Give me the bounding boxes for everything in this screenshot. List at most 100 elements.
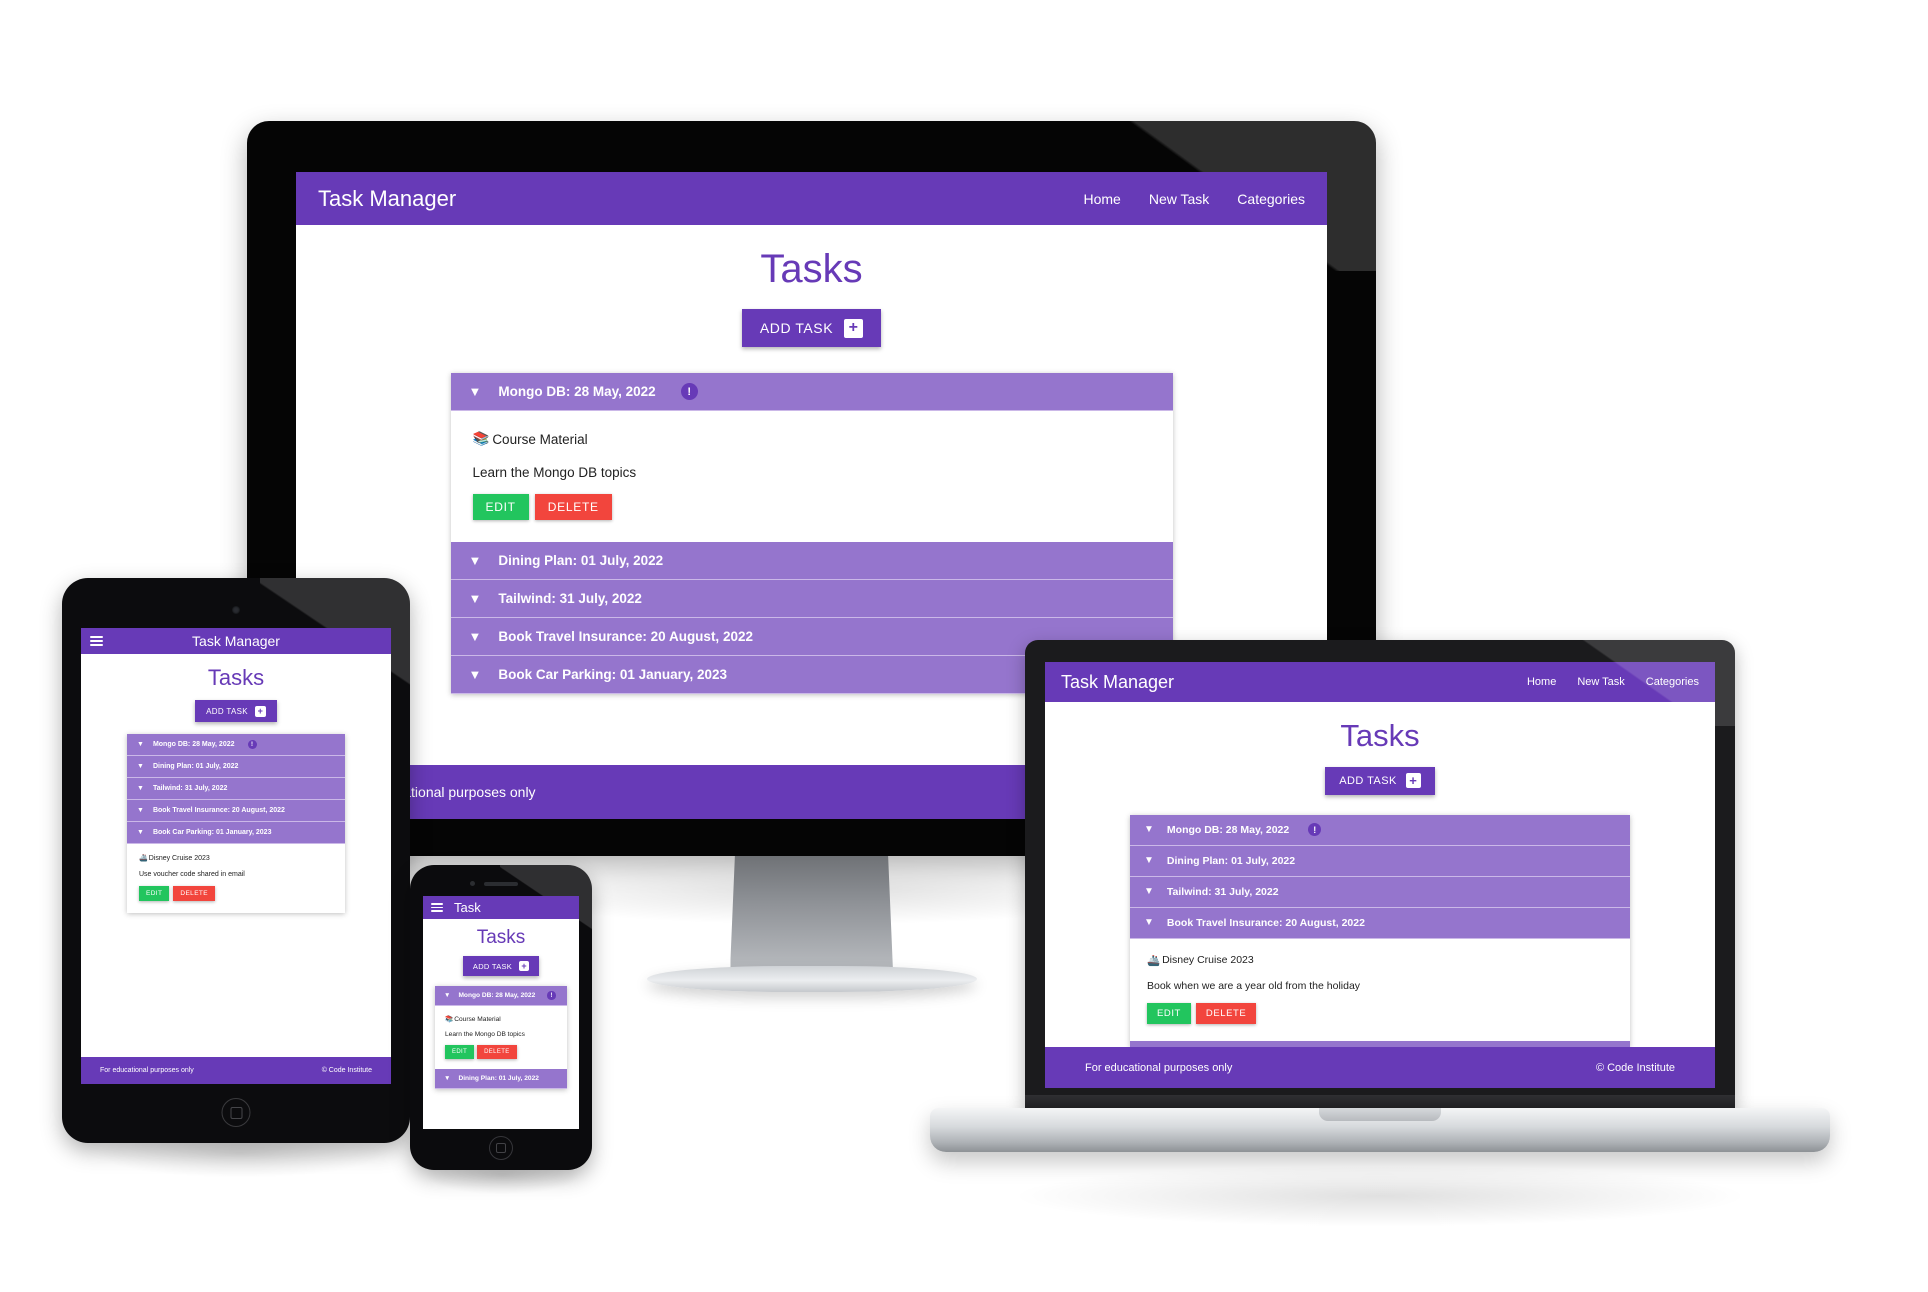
- delete-button[interactable]: DELETE: [477, 1045, 517, 1059]
- task-category-label: Disney Cruise 2023: [148, 854, 210, 862]
- task-title: Book Travel Insurance: 20 August, 2022: [498, 629, 753, 644]
- page-content: Tasks ADD TASK + ▼ Mongo DB: 28 May, 202…: [423, 919, 579, 1129]
- books-icon: 📚: [472, 431, 490, 446]
- nav-link-categories[interactable]: Categories: [1237, 191, 1305, 207]
- task-title: Mongo DB: 28 May, 2022: [498, 384, 656, 399]
- task-category: 🚢 Disney Cruise 2023: [139, 854, 333, 863]
- chevron-down-icon: ▼: [468, 667, 482, 682]
- phone-camera-icon: [470, 881, 475, 886]
- add-task-button[interactable]: ADD TASK +: [195, 700, 277, 722]
- task-title: Dining Plan: 01 July, 2022: [458, 1075, 539, 1082]
- page-title: Tasks: [476, 927, 526, 948]
- urgent-badge: !: [547, 991, 556, 1000]
- task-header[interactable]: ▼ Mongo DB: 28 May, 2022 !: [450, 373, 1173, 411]
- edit-button[interactable]: EDIT: [445, 1045, 475, 1059]
- page-title: Tasks: [207, 665, 265, 690]
- task-header[interactable]: ▼ Tailwind: 31 July, 2022: [1130, 876, 1630, 908]
- chevron-down-icon: ▼: [1144, 886, 1154, 898]
- task-description: Learn the Mongo DB topics: [445, 1031, 525, 1038]
- plus-icon: +: [844, 318, 864, 338]
- delete-button[interactable]: DELETE: [534, 494, 612, 520]
- urgent-badge: !: [1308, 823, 1322, 837]
- chevron-down-icon: ▼: [444, 1075, 451, 1082]
- task-header[interactable]: ▼ Dining Plan: 01 July, 2022: [435, 1069, 567, 1089]
- edit-button[interactable]: EDIT: [472, 494, 529, 520]
- task-actions: EDIT DELETE: [472, 494, 1151, 520]
- task-category-label: Disney Cruise 2023: [1162, 954, 1254, 967]
- task-accordion: ▼ Mongo DB: 28 May, 2022 ! 📚 Course Mate…: [435, 986, 567, 1089]
- add-task-label: ADD TASK: [206, 706, 248, 716]
- nav-link-new-task[interactable]: New Task: [1149, 191, 1209, 207]
- task-header[interactable]: ▼ Book Car Parking: 01 January, 2023: [127, 822, 345, 844]
- navbar: Task: [423, 896, 579, 919]
- task-header[interactable]: ▼ Tailwind: 31 July, 2022: [127, 778, 345, 800]
- chevron-down-icon: ▼: [1144, 917, 1154, 929]
- footer-left-text: For educational purposes only: [1085, 1061, 1233, 1074]
- task-description: Learn the Mongo DB topics: [472, 465, 637, 480]
- chevron-down-icon: ▼: [137, 741, 144, 748]
- task-header[interactable]: ▼ Book Travel Insurance: 20 August, 2022: [1130, 907, 1630, 939]
- add-task-button[interactable]: ADD TASK +: [741, 309, 882, 347]
- add-task-button[interactable]: ADD TASK +: [1325, 767, 1435, 795]
- add-task-button[interactable]: ADD TASK +: [462, 956, 540, 976]
- edit-button[interactable]: EDIT: [1147, 1002, 1191, 1024]
- add-task-label: ADD TASK: [759, 320, 834, 336]
- laptop: Task Manager Home New Task Categories Ta…: [930, 640, 1830, 1180]
- hamburger-icon[interactable]: [90, 636, 103, 646]
- edit-button[interactable]: EDIT: [139, 886, 170, 901]
- task-description: Use voucher code shared in email: [139, 871, 245, 878]
- chevron-down-icon: ▼: [468, 384, 482, 399]
- task-header[interactable]: ▼ Book Travel Insurance: 20 August, 2022: [127, 800, 345, 822]
- task-header[interactable]: ▼ Dining Plan: 01 July, 2022: [450, 542, 1173, 580]
- nav-link-home[interactable]: Home: [1084, 191, 1121, 207]
- task-accordion: ▼ Mongo DB: 28 May, 2022 ! ▼ Dining Plan…: [1130, 814, 1630, 1047]
- task-category: 📚 Course Material: [473, 431, 1151, 447]
- ship-icon: 🚢: [1147, 954, 1161, 967]
- brand-title: Task: [454, 900, 481, 915]
- task-title: Book Car Parking: 01 January, 2023: [498, 667, 727, 682]
- task-title: Book Car Parking: 01 January, 2023: [152, 829, 272, 836]
- task-header[interactable]: ▼ Dining Plan: 01 July, 2022: [127, 756, 345, 778]
- page-title: Tasks: [1340, 718, 1420, 753]
- tablet-home-button[interactable]: [221, 1098, 251, 1127]
- nav-link-new-task[interactable]: New Task: [1577, 676, 1624, 688]
- footer-left-text: For educational purposes only: [100, 1067, 194, 1074]
- task-title: Tailwind: 31 July, 2022: [152, 785, 228, 792]
- task-category: 📚 Course Material: [445, 1015, 557, 1024]
- phone-home-button[interactable]: [489, 1136, 513, 1160]
- navbar: Task Manager Home New Task Categories: [296, 172, 1327, 225]
- nav-link-categories[interactable]: Categories: [1646, 676, 1699, 688]
- task-description: Book when we are a year old from the hol…: [1147, 979, 1361, 992]
- task-header[interactable]: ▼ Mongo DB: 28 May, 2022 !: [1130, 814, 1630, 846]
- delete-button[interactable]: DELETE: [1195, 1002, 1257, 1024]
- plus-icon: +: [254, 705, 266, 717]
- task-body: 🚢 Disney Cruise 2023 Book when we are a …: [1130, 938, 1630, 1041]
- laptop-notch: [1319, 1108, 1441, 1121]
- footer-right-text: © Code Institute: [1595, 1061, 1675, 1074]
- navbar: Task Manager: [81, 628, 391, 654]
- urgent-badge: !: [247, 740, 257, 749]
- add-task-label: ADD TASK: [472, 961, 513, 971]
- hamburger-icon[interactable]: [431, 903, 443, 912]
- chevron-down-icon: ▼: [137, 785, 144, 792]
- plus-icon: +: [1405, 773, 1421, 789]
- page-title: Tasks: [760, 247, 863, 291]
- task-header[interactable]: ▼ Mongo DB: 28 May, 2022 !: [127, 734, 345, 756]
- phone: Task Tasks ADD TASK + ▼ Mongo DB: 28 May…: [410, 865, 592, 1170]
- chevron-down-icon: ▼: [137, 763, 144, 770]
- delete-button[interactable]: DELETE: [173, 886, 216, 901]
- navbar: Task Manager Home New Task Categories: [1045, 662, 1715, 702]
- task-header[interactable]: ▼ Tailwind: 31 July, 2022: [450, 580, 1173, 618]
- task-category-label: Course Material: [454, 1015, 501, 1023]
- chevron-down-icon: ▼: [468, 591, 482, 606]
- page-content: Tasks ADD TASK + ▼ Mongo DB: 28 May, 202…: [81, 654, 391, 1057]
- task-title: Mongo DB: 28 May, 2022: [1166, 823, 1290, 836]
- nav-link-home[interactable]: Home: [1527, 676, 1556, 688]
- monitor-stand: [730, 856, 893, 971]
- tablet-screen: Task Manager Tasks ADD TASK + ▼ Mongo DB…: [81, 628, 391, 1084]
- footer: For educational purposes only © Code Ins…: [1045, 1047, 1715, 1088]
- task-header[interactable]: ▼ Mongo DB: 28 May, 2022 !: [435, 986, 567, 1006]
- task-title: Mongo DB: 28 May, 2022: [152, 741, 235, 748]
- phone-speaker-icon: [484, 882, 518, 886]
- task-header[interactable]: ▼ Dining Plan: 01 July, 2022: [1130, 845, 1630, 877]
